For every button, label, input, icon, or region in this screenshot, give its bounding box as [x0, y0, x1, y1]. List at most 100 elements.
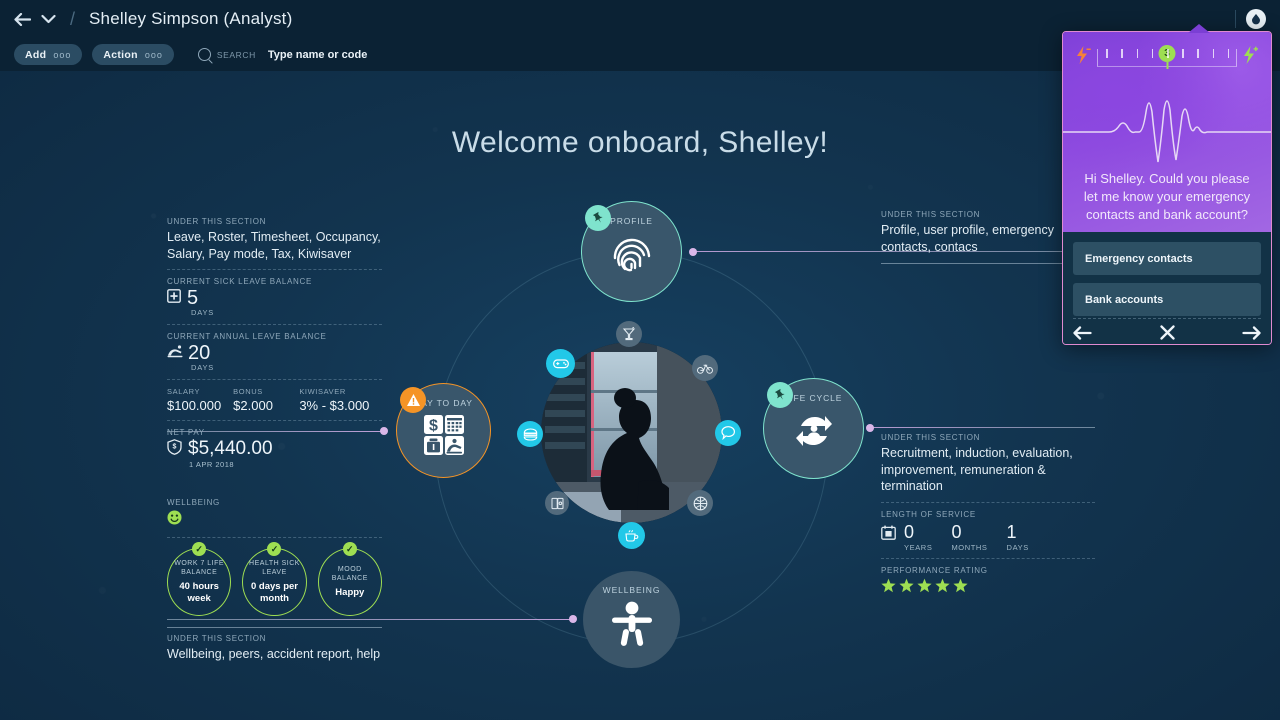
sick-leave-value: 5 — [187, 287, 199, 309]
star-icon[interactable] — [899, 578, 914, 593]
sick-leave-kicker: CURRENT SICK LEAVE BALANCE — [167, 277, 313, 286]
cocktail-icon[interactable] — [616, 321, 642, 347]
service-years-unit: YEARS — [904, 542, 933, 552]
bonus-cell: BONUS $2.000 — [233, 387, 299, 413]
profile-body: Profile, user profile, emergency contact… — [881, 223, 1054, 254]
check-icon: ✓ — [267, 542, 282, 556]
node-day-to-day[interactable]: DAY TO DAY $ — [396, 383, 491, 478]
service-values: 0 YEARS 0 MONTHS 1 DAYS — [904, 523, 1029, 552]
wellbeing-section-body: Wellbeing, peers, accident report, help — [167, 647, 381, 661]
gamepad-icon[interactable] — [546, 349, 575, 378]
divider — [167, 324, 382, 325]
service-months-unit: MONTHS — [951, 542, 988, 552]
beach-chair-icon — [167, 344, 185, 363]
service-row: 0 YEARS 0 MONTHS 1 DAYS — [881, 521, 1095, 552]
close-x-icon[interactable] — [1159, 325, 1175, 340]
back-arrow-icon[interactable] — [14, 12, 31, 26]
salary-cell: SALARY $100.000 — [167, 387, 233, 413]
wellbeing-ring-mood[interactable]: ✓ MOOD BALANCE Happy — [317, 542, 382, 616]
search-icon[interactable] — [197, 48, 211, 61]
service-months: 0 MONTHS — [951, 523, 987, 552]
profile-kicker: UNDER THIS SECTION — [881, 210, 981, 219]
chat-bubble-icon[interactable] — [715, 420, 741, 446]
net-pay-kicker: NET PAY — [167, 428, 205, 437]
warning-icon[interactable] — [400, 387, 426, 413]
connector-dot-wellbeing — [569, 615, 577, 623]
life-cycle-body: Recruitment, induction, evaluation, impr… — [881, 446, 1073, 493]
lightning-plus-icon[interactable] — [1243, 46, 1259, 69]
assistant-intensity-slider[interactable]: 3 — [1075, 44, 1259, 69]
header-divider — [1235, 10, 1236, 28]
node-profile[interactable]: PROFILE — [581, 201, 682, 302]
slider-tick — [1182, 48, 1184, 58]
arrow-left-icon[interactable] — [1073, 325, 1092, 340]
slider-tick — [1106, 48, 1108, 58]
assistant-options: Emergency contacts Bank accounts — [1063, 232, 1271, 344]
add-button-label: Add — [25, 48, 47, 61]
book-icon[interactable] — [545, 491, 569, 515]
life-cycle-kicker: UNDER THIS SECTION — [881, 433, 981, 442]
basketball-icon[interactable] — [687, 490, 713, 516]
arrow-right-icon[interactable] — [1242, 325, 1261, 340]
pin-icon[interactable] — [767, 382, 793, 408]
burger-icon[interactable] — [517, 421, 543, 447]
node-life-cycle[interactable]: LIFE CYCLE — [763, 378, 864, 479]
chevron-down-icon[interactable] — [41, 14, 56, 24]
page-title: Shelley Simpson (Analyst) — [89, 9, 293, 28]
compensation-row: SALARY $100.000 BONUS $2.000 KIWISAVER 3… — [167, 387, 382, 413]
star-icon[interactable] — [917, 578, 932, 593]
day-to-day-kicker: UNDER THIS SECTION — [167, 217, 267, 226]
wellbeing-ring-work-life[interactable]: ✓ WORK 7 LIFE BALANCE 40 hours week — [167, 542, 232, 616]
medical-cross-icon — [167, 288, 181, 308]
service-days-unit: DAYS — [1006, 542, 1029, 552]
star-icon[interactable] — [935, 578, 950, 593]
connector-dot-profile — [689, 248, 697, 256]
smiley-face-icon — [167, 510, 382, 530]
slider-tick — [1197, 48, 1199, 58]
assistant-message: Hi Shelley. Could you please let me know… — [1083, 171, 1251, 223]
assistant-option-bank-accounts[interactable]: Bank accounts — [1073, 283, 1261, 316]
bicycle-icon[interactable] — [692, 355, 718, 381]
assistant-option-emergency-contacts[interactable]: Emergency contacts — [1073, 242, 1261, 275]
lightning-minus-icon[interactable] — [1075, 46, 1091, 69]
dollar-shield-icon: $ — [167, 438, 182, 460]
node-profile-label: PROFILE — [610, 216, 653, 226]
slider-track[interactable]: 3 — [1097, 44, 1237, 67]
service-years: 0 YEARS — [904, 523, 932, 552]
user-avatar-icon[interactable] — [1246, 9, 1266, 29]
wellbeing-ring-value: 40 hours week — [179, 581, 219, 605]
coffee-icon[interactable] — [618, 522, 645, 549]
app-root: / Shelley Simpson (Analyst) Add ooo Acti… — [0, 0, 1280, 720]
divider — [881, 263, 1091, 264]
assistant-panel: 3 Hi Shelley. Could you please let me kn… — [1062, 31, 1272, 345]
slider-tick — [1227, 48, 1230, 58]
add-button[interactable]: Add ooo — [14, 44, 83, 65]
pin-icon[interactable] — [585, 205, 611, 231]
action-button[interactable]: Action ooo — [92, 44, 174, 65]
audio-waveform-icon — [1063, 100, 1271, 163]
svg-text:$: $ — [429, 418, 438, 435]
check-icon: ✓ — [342, 542, 357, 556]
net-pay-date: 1 APR 2018 — [189, 460, 235, 469]
search-input[interactable] — [267, 48, 498, 61]
sick-leave-unit: DAYS — [191, 308, 215, 317]
calendar-briefcase-icon — [881, 525, 896, 545]
action-button-dots: ooo — [144, 49, 163, 60]
wellbeing-kicker: WELLBEING — [167, 498, 220, 507]
divider — [167, 537, 382, 538]
connector-dot-lifecycle — [866, 424, 874, 432]
wellbeing-ring-value: Happy — [335, 587, 365, 599]
performance-rating-stars[interactable] — [881, 578, 1095, 593]
star-icon[interactable] — [881, 578, 896, 593]
header-right-group — [1235, 9, 1266, 29]
wellbeing-ring-row: ✓ WORK 7 LIFE BALANCE 40 hours week ✓ HE… — [167, 542, 382, 616]
node-wellbeing[interactable]: WELLBEING — [583, 571, 680, 668]
slider-tick — [1136, 48, 1139, 58]
fingerprint-icon — [609, 232, 655, 283]
slider-tick — [1151, 48, 1154, 58]
divider — [881, 557, 1095, 559]
star-icon[interactable] — [953, 578, 968, 593]
kiwisaver-value: 3% - $3.000 — [299, 398, 370, 413]
wellbeing-panel: WELLBEING ✓ WORK 7 LIFE BALANCE 40 hours… — [167, 498, 382, 663]
wellbeing-ring-health[interactable]: ✓ HEALTH SICK LEAVE 0 days per month — [242, 542, 307, 616]
